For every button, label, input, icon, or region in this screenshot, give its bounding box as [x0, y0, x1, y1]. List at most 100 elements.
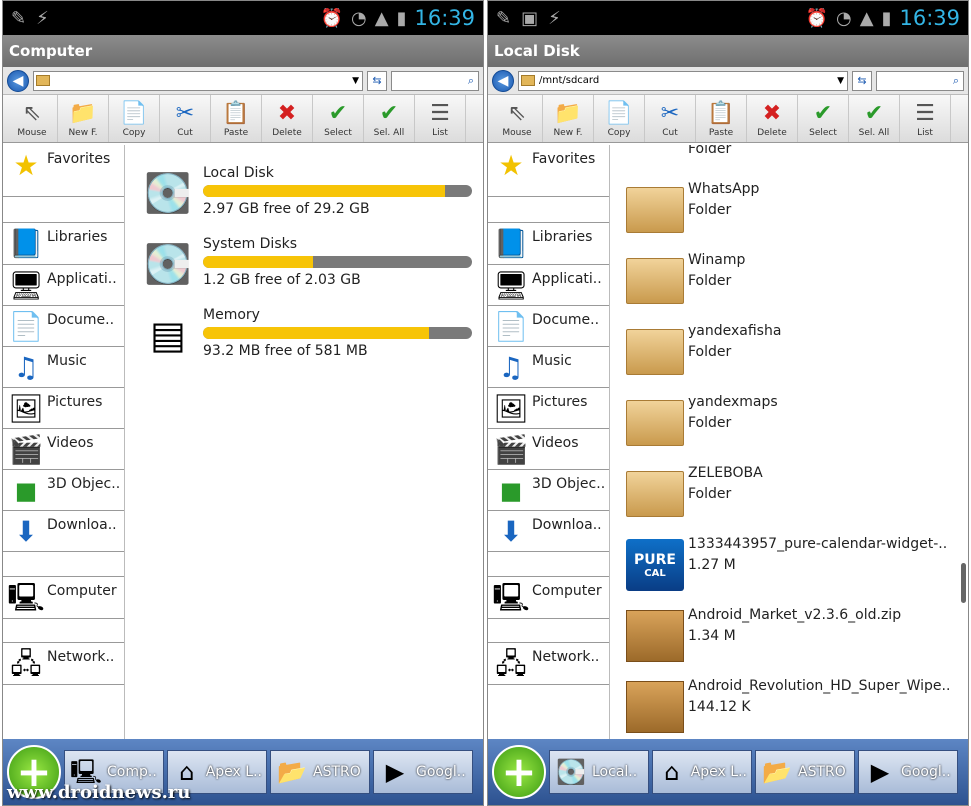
toolbar-copy-button[interactable]: 📄 Copy — [109, 95, 160, 142]
toolbar-sel-all-button[interactable]: ✔ Sel. All — [849, 95, 900, 142]
search-input[interactable]: ⌕ — [876, 70, 964, 91]
toolbar-new-f-button[interactable]: 📁 New F. — [543, 95, 594, 142]
sidebar-item-label: Videos — [47, 435, 94, 451]
folder-icon — [626, 258, 684, 304]
download-icon: ⬇ — [14, 515, 38, 548]
toolbar-delete-button[interactable]: ✖ Delete — [262, 95, 313, 142]
toolbar-list-button[interactable]: ☰ List — [900, 95, 951, 142]
sidebar-item-network[interactable]: 🖧 Network.. — [488, 643, 609, 685]
toolbar-cut-button[interactable]: ✂ Cut — [645, 95, 696, 142]
toolbar-delete-button[interactable]: ✖ Delete — [747, 95, 798, 142]
dropdown-arrow-icon[interactable]: ▼ — [837, 76, 847, 86]
dropdown-arrow-icon[interactable]: ▼ — [352, 76, 362, 86]
search-input[interactable]: ⌕ — [391, 70, 479, 91]
toolbar-copy-button[interactable]: 📄 Copy — [594, 95, 645, 142]
address-bar: ◀ ▼ ⇆ ⌕ — [3, 67, 483, 95]
taskbar-task-astro-folder[interactable]: 📂 ASTRO — [270, 750, 370, 794]
plus-icon: + — [501, 747, 537, 796]
file-list-item[interactable]: WhatsApp Folder — [624, 181, 964, 247]
sidebar-item-label: Music — [47, 353, 87, 369]
path-input[interactable]: ▼ — [33, 70, 363, 91]
delete-x-icon: ✖ — [762, 101, 782, 126]
back-button[interactable]: ◀ — [492, 69, 514, 92]
sidebar-item-downloads[interactable]: ⬇ Downloa.. — [488, 511, 609, 552]
file-list-item[interactable]: Android_Market_v2.3.6_old.zip 1.34 M — [624, 607, 964, 673]
refresh-button[interactable]: ⇆ — [852, 70, 872, 91]
toolbar-cut-button[interactable]: ✂ Cut — [160, 95, 211, 142]
sidebar-item-3d-objects[interactable]: ◼ 3D Objec.. — [3, 470, 124, 511]
taskbar-task-google-play[interactable]: ▶ Googl.. — [858, 750, 958, 794]
sidebar-item-pictures[interactable]: 🖼 Pictures — [488, 388, 609, 429]
sidebar-item-music[interactable]: ♫ Music — [488, 347, 609, 388]
file-detail: 1.34 M — [688, 628, 736, 644]
file-name: ZELEBOBA — [688, 465, 763, 481]
toolbar-select-button[interactable]: ✔ Select — [798, 95, 849, 142]
start-button[interactable]: + — [492, 745, 546, 799]
toolbar-new-f-button[interactable]: 📁 New F. — [58, 95, 109, 142]
sidebar-item-3d-objects[interactable]: ◼ 3D Objec.. — [488, 470, 609, 511]
toolbar-list-button[interactable]: ☰ List — [415, 95, 466, 142]
taskbar-task-label: Comp.. — [107, 764, 157, 780]
drive-item[interactable]: 💽 System Disks 1.2 GB free of 2.03 GB — [137, 236, 472, 298]
toolbar-sel-all-button[interactable]: ✔ Sel. All — [364, 95, 415, 142]
back-button[interactable]: ◀ — [7, 69, 29, 92]
file-icon-wrap — [624, 323, 686, 381]
sidebar-item-videos[interactable]: 🎬 Videos — [488, 429, 609, 470]
drive-list: 💽 Local Disk 2.97 GB free of 29.2 GB 💽 Syste… — [125, 145, 483, 741]
sidebar-item-documents[interactable]: 📄 Docume.. — [488, 306, 609, 347]
toolbar-button-label: List — [917, 128, 933, 138]
file-list-item[interactable]: PURE CAL 1333443957_pure-calendar-widget-.… — [624, 536, 964, 602]
toolbar-button-label: Delete — [272, 128, 302, 138]
books-icon: 📘 — [8, 227, 44, 260]
taskbar-task-astro-folder[interactable]: 📂 ASTRO — [755, 750, 855, 794]
file-detail: 144.12 K — [688, 699, 751, 715]
sidebar-item-pictures[interactable]: 🖼 Pictures — [3, 388, 124, 429]
drive-name: Memory — [203, 307, 260, 323]
drive-item[interactable]: 💽 Local Disk 2.97 GB free of 29.2 GB — [137, 165, 472, 227]
path-input[interactable]: /mnt/sdcard ▼ — [518, 70, 848, 91]
sidebar-item-computer[interactable]: 🖳 Computer — [488, 577, 609, 619]
sidebar-item-libraries[interactable]: 📘 Libraries — [488, 223, 609, 265]
toolbar-select-button[interactable]: ✔ Select — [313, 95, 364, 142]
sidebar-item-music[interactable]: ♫ Music — [3, 347, 124, 388]
sidebar-item-applications[interactable]: 🖥 Applicati.. — [488, 265, 609, 306]
sidebar-item-network[interactable]: 🖧 Network.. — [3, 643, 124, 685]
drive-name: System Disks — [203, 236, 298, 252]
drive-item[interactable]: ▤ Memory 93.2 MB free of 581 MB — [137, 307, 472, 369]
notification-edit-icon: ✎ — [11, 7, 27, 29]
sidebar-item-libraries[interactable]: 📘 Libraries — [3, 223, 124, 265]
sidebar-item-label: Pictures — [47, 394, 103, 410]
toolbar-mouse-button[interactable]: ⇖ Mouse — [7, 95, 58, 142]
toolbar-paste-button[interactable]: 📋 Paste — [696, 95, 747, 142]
document-icon: 📄 — [493, 310, 529, 343]
sidebar-item-favorites[interactable]: ★ Favorites — [488, 145, 609, 197]
file-list-item[interactable]: ZELEBOBA Folder — [624, 465, 964, 531]
sidebar-item-favorites[interactable]: ★ Favorites — [3, 145, 124, 197]
cubes-icon: ◼ — [14, 474, 38, 507]
file-list-item[interactable]: yandexmaps Folder — [624, 394, 964, 460]
file-name: Android_Market_v2.3.6_old.zip — [688, 607, 902, 623]
taskbar-task-hard-disk[interactable]: 💽 Local.. — [549, 750, 649, 794]
file-text: ZELEBOBA Folder — [686, 465, 964, 531]
drive-free-space: 2.97 GB free of 29.2 GB — [203, 201, 370, 217]
file-list-item[interactable]: Winamp Folder — [624, 252, 964, 318]
sidebar-item-documents[interactable]: 📄 Docume.. — [3, 306, 124, 347]
file-list-item[interactable]: yandexafisha Folder — [624, 323, 964, 389]
sidebar-item-computer[interactable]: 🖳 Computer — [3, 577, 124, 619]
toolbar-paste-button[interactable]: 📋 Paste — [211, 95, 262, 142]
status-bar: ✎ ⚡ ⏰ ◔ ▲ ▮ 16:39 — [3, 1, 483, 35]
sidebar-item-label: Favorites — [47, 151, 111, 167]
taskbar-task-google-play[interactable]: ▶ Googl.. — [373, 750, 473, 794]
taskbar-task-home[interactable]: ⌂ Apex L.. — [652, 750, 752, 794]
clapperboard-icon: 🎬 — [493, 433, 529, 466]
sidebar-item-label: Music — [532, 353, 572, 369]
sidebar-item-downloads[interactable]: ⬇ Downloa.. — [3, 511, 124, 552]
refresh-button[interactable]: ⇆ — [367, 70, 387, 91]
file-list: Folder WhatsApp Folder Winamp Folder yandexa… — [610, 145, 968, 741]
toolbar-mouse-button[interactable]: ⇖ Mouse — [492, 95, 543, 142]
window-title: Computer — [3, 35, 483, 67]
sidebar-item-applications[interactable]: 🖥 Applicati.. — [3, 265, 124, 306]
sidebar-item-videos[interactable]: 🎬 Videos — [3, 429, 124, 470]
status-bar: ✎ ▣ ⚡ ⏰ ◔ ▲ ▮ 16:39 — [488, 1, 968, 35]
file-list-item[interactable]: Android_Revolution_HD_Super_Wipe.. 144.12… — [624, 678, 964, 741]
